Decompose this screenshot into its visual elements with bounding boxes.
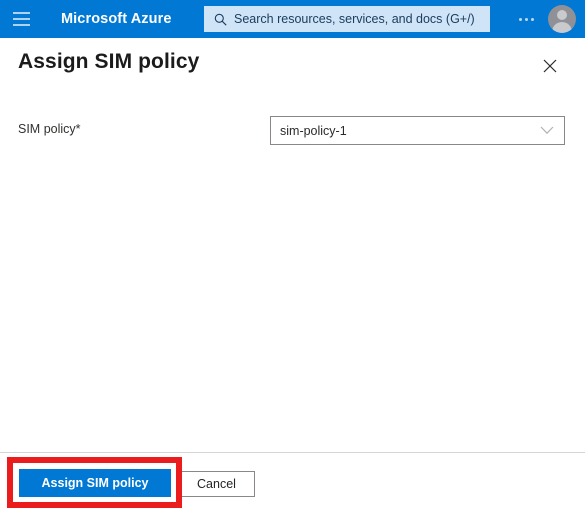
sim-policy-dropdown-value: sim-policy-1 — [280, 123, 347, 138]
hamburger-bar — [12, 18, 30, 20]
form-row-sim-policy: SIM policy* sim-policy-1 — [0, 116, 585, 146]
hamburger-bar — [12, 12, 30, 14]
hamburger-bar — [12, 24, 30, 26]
global-header: Microsoft Azure Search resources, servic… — [0, 0, 585, 38]
avatar-head — [557, 10, 567, 20]
user-avatar-icon[interactable] — [548, 5, 576, 33]
assign-sim-policy-button[interactable]: Assign SIM policy — [19, 469, 171, 497]
page-title: Assign SIM policy — [18, 50, 200, 73]
ellipsis-dot — [530, 17, 534, 21]
sim-policy-dropdown[interactable]: sim-policy-1 — [270, 116, 565, 145]
search-input-placeholder[interactable]: Search resources, services, and docs (G+… — [234, 12, 475, 26]
chevron-down-icon — [540, 126, 554, 135]
hamburger-menu-icon[interactable] — [2, 0, 40, 38]
brand-title[interactable]: Microsoft Azure — [61, 11, 172, 27]
more-options-icon[interactable] — [512, 8, 540, 30]
sim-policy-label-text: SIM policy — [18, 122, 76, 136]
search-icon — [214, 13, 227, 26]
close-icon[interactable] — [538, 54, 562, 78]
cancel-button[interactable]: Cancel — [178, 471, 255, 497]
azure-portal-blade: Microsoft Azure Search resources, servic… — [0, 0, 585, 516]
ellipsis-dot — [524, 17, 528, 21]
avatar-body — [552, 22, 572, 33]
ellipsis-dot — [518, 17, 522, 21]
required-asterisk: * — [75, 122, 81, 136]
sim-policy-label: SIM policy* — [18, 122, 81, 136]
footer-divider — [0, 452, 585, 453]
global-search-box[interactable]: Search resources, services, and docs (G+… — [204, 6, 490, 32]
